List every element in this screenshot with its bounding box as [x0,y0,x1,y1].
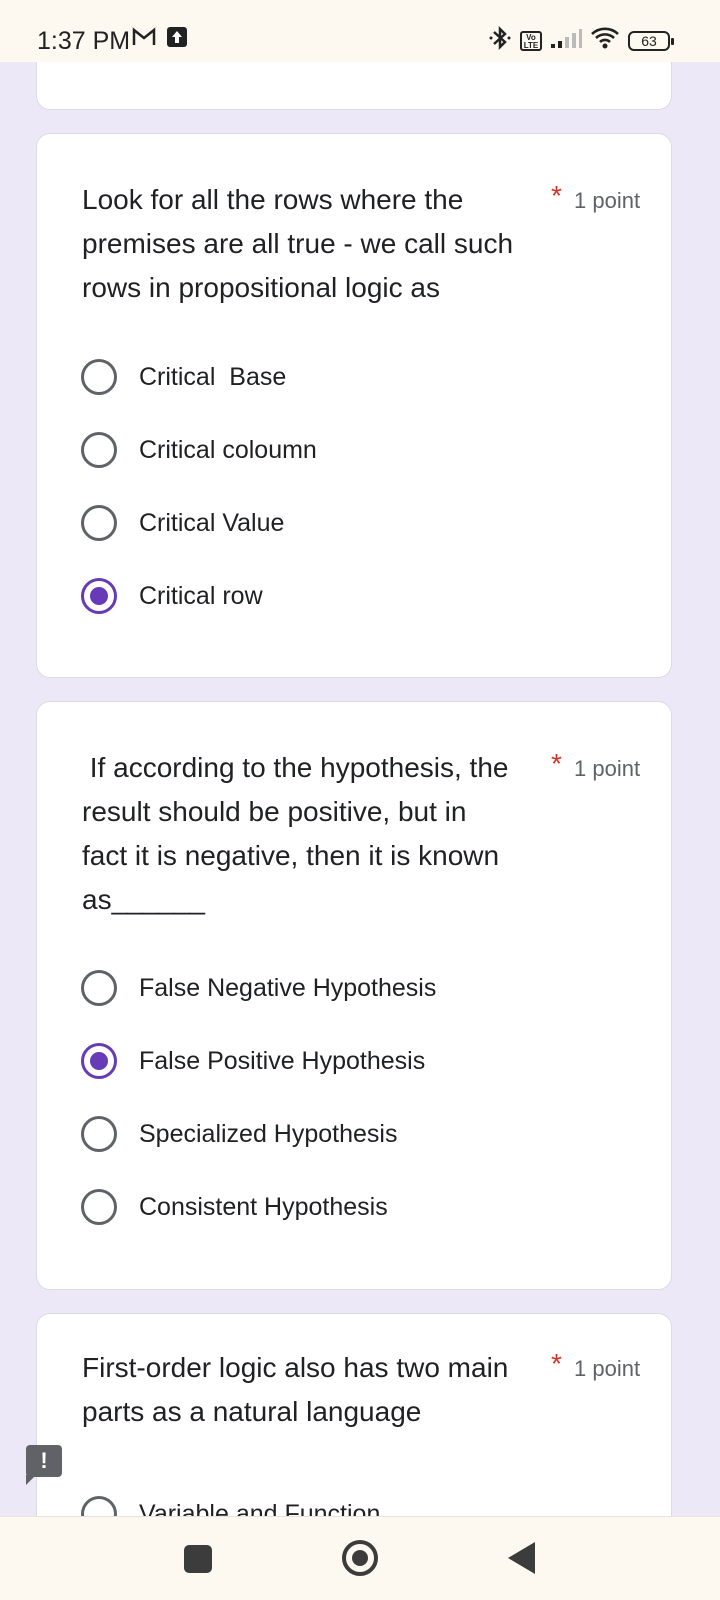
battery-icon: 63 [628,30,674,51]
status-bar: 1:37 PM Vo LTE 63 [0,0,720,62]
radio-button[interactable] [81,432,117,468]
upload-icon [166,26,188,53]
navigation-bar [0,1516,720,1600]
required-asterisk: * [551,180,562,211]
radio-button[interactable] [81,1189,117,1225]
volte-icon: Vo LTE [520,30,542,51]
wifi-icon [590,26,620,55]
question-card: If according to the hypothesis, the resu… [36,701,672,1290]
radio-option[interactable]: Critical row [81,576,263,616]
question-card: Look for all the rows where the premises… [36,133,672,678]
radio-option[interactable]: Critical Value [81,503,284,543]
option-label: Critical row [139,581,263,610]
back-icon[interactable] [508,1542,535,1574]
question-points: 1 point [574,756,641,781]
gmail-icon [132,27,156,52]
question-title: If according to the hypothesis, the resu… [82,752,509,915]
option-label: Critical coloumn [139,435,317,464]
question-title: Look for all the rows where the premises… [82,184,514,303]
radio-option[interactable]: False Negative Hypothesis [81,968,436,1008]
radio-button[interactable] [81,1116,117,1152]
radio-button[interactable] [81,970,117,1006]
radio-button[interactable] [81,359,117,395]
status-time: 1:37 PM [37,27,131,55]
radio-button-selected[interactable] [81,1043,117,1079]
option-label: Critical Value [139,508,285,537]
radio-option[interactable]: Critical Base [81,357,286,397]
bluetooth-icon [488,25,512,56]
required-asterisk: * [551,748,562,779]
recents-icon[interactable] [184,1545,212,1573]
home-icon[interactable] [342,1540,378,1576]
signal-icon [550,28,582,53]
option-label: Critical Base [139,362,287,391]
radio-option[interactable]: Critical coloumn [81,430,317,470]
question-points: 1 point [574,188,641,213]
option-label: Specialized Hypothesis [139,1119,398,1148]
feedback-button[interactable]: ! [26,1445,62,1485]
option-label: False Negative Hypothesis [139,973,437,1002]
radio-option[interactable]: Specialized Hypothesis [81,1114,397,1154]
question-points: 1 point [574,1356,641,1381]
option-label: False Positive Hypothesis [139,1046,426,1075]
radio-option[interactable]: False Positive Hypothesis [81,1041,425,1081]
radio-option[interactable]: Consistent Hypothesis [81,1187,388,1227]
required-asterisk: * [551,1348,562,1379]
radio-button-selected[interactable] [81,578,117,614]
option-label: Consistent Hypothesis [139,1192,388,1221]
radio-button[interactable] [81,505,117,541]
question-title: First-order logic also has two main part… [82,1352,509,1427]
